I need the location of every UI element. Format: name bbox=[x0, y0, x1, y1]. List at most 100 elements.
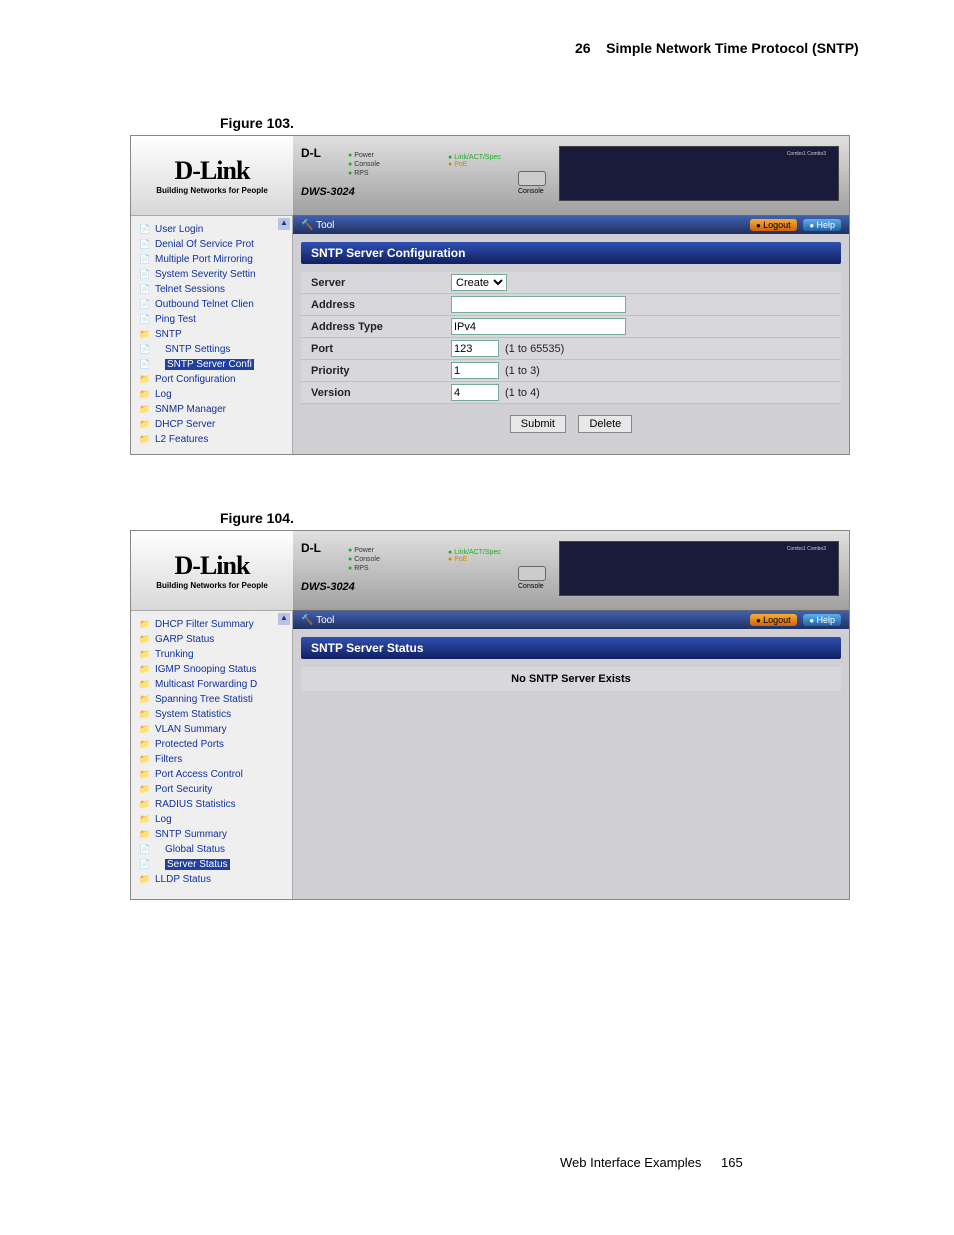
logout-button[interactable]: Logout bbox=[750, 219, 797, 231]
tree-item-label: DHCP Server bbox=[155, 419, 215, 430]
label-priority: Priority bbox=[301, 365, 451, 377]
tree-item[interactable]: SNTP Summary bbox=[133, 827, 290, 842]
tree-item[interactable]: L2 Features bbox=[133, 432, 290, 447]
row-server: Server Create bbox=[301, 272, 841, 294]
tree-item-label: Trunking bbox=[155, 649, 194, 660]
hint-priority: (1 to 3) bbox=[505, 365, 540, 377]
tree-item[interactable]: SNTP Settings bbox=[133, 342, 290, 357]
tree-item-label: SNTP Settings bbox=[165, 344, 230, 355]
page-number: 165 bbox=[721, 1155, 743, 1170]
tree-item[interactable]: LLDP Status bbox=[133, 872, 290, 887]
nav-tree[interactable]: ▲ DHCP Filter SummaryGARP StatusTrunking… bbox=[131, 611, 293, 899]
figure-104-caption: Figure 104. bbox=[220, 510, 294, 526]
input-address[interactable] bbox=[451, 296, 626, 313]
tree-item[interactable]: SNTP Server Confi bbox=[133, 357, 290, 372]
tree-item-label: Protected Ports bbox=[155, 739, 224, 750]
tree-item-label: SNTP Summary bbox=[155, 829, 227, 840]
tree-item[interactable]: Port Access Control bbox=[133, 767, 290, 782]
hint-port: (1 to 65535) bbox=[505, 343, 564, 355]
label-version: Version bbox=[301, 387, 451, 399]
label-address-type: Address Type bbox=[301, 321, 451, 333]
tree-item-label: Port Access Control bbox=[155, 769, 243, 780]
select-server[interactable]: Create bbox=[451, 274, 507, 291]
panel-title: SNTP Server Status bbox=[301, 637, 841, 659]
row-version: Version (1 to 4) bbox=[301, 382, 841, 404]
tree-item-label: SNTP bbox=[155, 329, 182, 340]
input-version[interactable] bbox=[451, 384, 499, 401]
tree-item[interactable]: System Severity Settin bbox=[133, 267, 290, 282]
tree-item[interactable]: Multicast Forwarding D bbox=[133, 677, 290, 692]
tree-item-label: Global Status bbox=[165, 844, 225, 855]
tool-menu[interactable]: Tool bbox=[301, 220, 334, 231]
device-header: D-L DWS-3024 Power Console RPS Link/ACT/… bbox=[293, 136, 849, 216]
section-title: Simple Network Time Protocol (SNTP) bbox=[606, 40, 859, 56]
tree-item[interactable]: Spanning Tree Statisti bbox=[133, 692, 290, 707]
tree-item[interactable]: Log bbox=[133, 812, 290, 827]
led-console: Console bbox=[348, 556, 380, 563]
tree-item-label: Spanning Tree Statisti bbox=[155, 694, 253, 705]
tree-item[interactable]: Telnet Sessions bbox=[133, 282, 290, 297]
brand-logo-area: D-Link Building Networks for People bbox=[131, 136, 293, 216]
tree-item-label: Server Status bbox=[165, 859, 230, 870]
main-content: SNTP Server Status No SNTP Server Exists bbox=[293, 629, 849, 899]
brand-tagline: Building Networks for People bbox=[156, 581, 268, 590]
row-priority: Priority (1 to 3) bbox=[301, 360, 841, 382]
tree-item-label: System Severity Settin bbox=[155, 269, 256, 280]
tree-item[interactable]: Log bbox=[133, 387, 290, 402]
button-row: Submit Delete bbox=[293, 404, 849, 443]
tree-item-label: Multiple Port Mirroring bbox=[155, 254, 253, 265]
tree-item-label: L2 Features bbox=[155, 434, 208, 445]
delete-button[interactable]: Delete bbox=[578, 415, 632, 433]
console-port-icon bbox=[518, 566, 546, 581]
tree-item-label: GARP Status bbox=[155, 634, 214, 645]
tree-item[interactable]: Filters bbox=[133, 752, 290, 767]
panel-title: SNTP Server Configuration bbox=[301, 242, 841, 264]
logout-button[interactable]: Logout bbox=[750, 614, 797, 626]
tree-item[interactable]: User Login bbox=[133, 222, 290, 237]
tree-item[interactable]: Global Status bbox=[133, 842, 290, 857]
device-model: DWS-3024 bbox=[301, 581, 355, 593]
tree-item[interactable]: Server Status bbox=[133, 857, 290, 872]
tree-item[interactable]: Protected Ports bbox=[133, 737, 290, 752]
section-number: 26 bbox=[575, 40, 591, 56]
brand-name: D-Link bbox=[175, 551, 250, 581]
tree-item[interactable]: Denial Of Service Prot bbox=[133, 237, 290, 252]
nav-tree[interactable]: ▲ User LoginDenial Of Service ProtMultip… bbox=[131, 216, 293, 454]
tree-item[interactable]: Ping Test bbox=[133, 312, 290, 327]
tool-menu[interactable]: Tool bbox=[301, 615, 334, 626]
device-header: D-L DWS-3024 Power Console RPS Link/ACT/… bbox=[293, 531, 849, 611]
tree-item[interactable]: DHCP Server bbox=[133, 417, 290, 432]
console-port-label: Console bbox=[518, 188, 544, 195]
led-rps: RPS bbox=[348, 565, 369, 572]
help-button[interactable]: Help bbox=[803, 219, 841, 231]
tree-item[interactable]: SNMP Manager bbox=[133, 402, 290, 417]
device-brand-short: D-L bbox=[301, 541, 321, 555]
activity-leds: Link/ACT/Spec PoE bbox=[448, 154, 501, 168]
help-button[interactable]: Help bbox=[803, 614, 841, 626]
brand-tagline: Building Networks for People bbox=[156, 186, 268, 195]
combo-label-top: Combo1 Combo3 bbox=[787, 546, 826, 552]
tree-item[interactable]: Multiple Port Mirroring bbox=[133, 252, 290, 267]
submit-button[interactable]: Submit bbox=[510, 415, 566, 433]
tree-item[interactable]: SNTP bbox=[133, 327, 290, 342]
tree-item[interactable]: GARP Status bbox=[133, 632, 290, 647]
tree-item-label: Filters bbox=[155, 754, 182, 765]
tree-item[interactable]: IGMP Snooping Status bbox=[133, 662, 290, 677]
tree-item[interactable]: Port Configuration bbox=[133, 372, 290, 387]
tree-item-label: Outbound Telnet Clien bbox=[155, 299, 254, 310]
tree-item[interactable]: Trunking bbox=[133, 647, 290, 662]
tree-item[interactable]: System Statistics bbox=[133, 707, 290, 722]
led-indicators: Power Console RPS bbox=[348, 546, 380, 573]
tree-item[interactable]: Outbound Telnet Clien bbox=[133, 297, 290, 312]
footer-label: Web Interface Examples bbox=[560, 1155, 701, 1170]
tree-item-label: User Login bbox=[155, 224, 203, 235]
label-address: Address bbox=[301, 299, 451, 311]
tree-item[interactable]: VLAN Summary bbox=[133, 722, 290, 737]
tree-item[interactable]: RADIUS Statistics bbox=[133, 797, 290, 812]
input-priority[interactable] bbox=[451, 362, 499, 379]
tree-item[interactable]: Port Security bbox=[133, 782, 290, 797]
field-address-type bbox=[451, 318, 626, 335]
tree-item-label: Ping Test bbox=[155, 314, 196, 325]
tree-item[interactable]: DHCP Filter Summary bbox=[133, 617, 290, 632]
input-port[interactable] bbox=[451, 340, 499, 357]
